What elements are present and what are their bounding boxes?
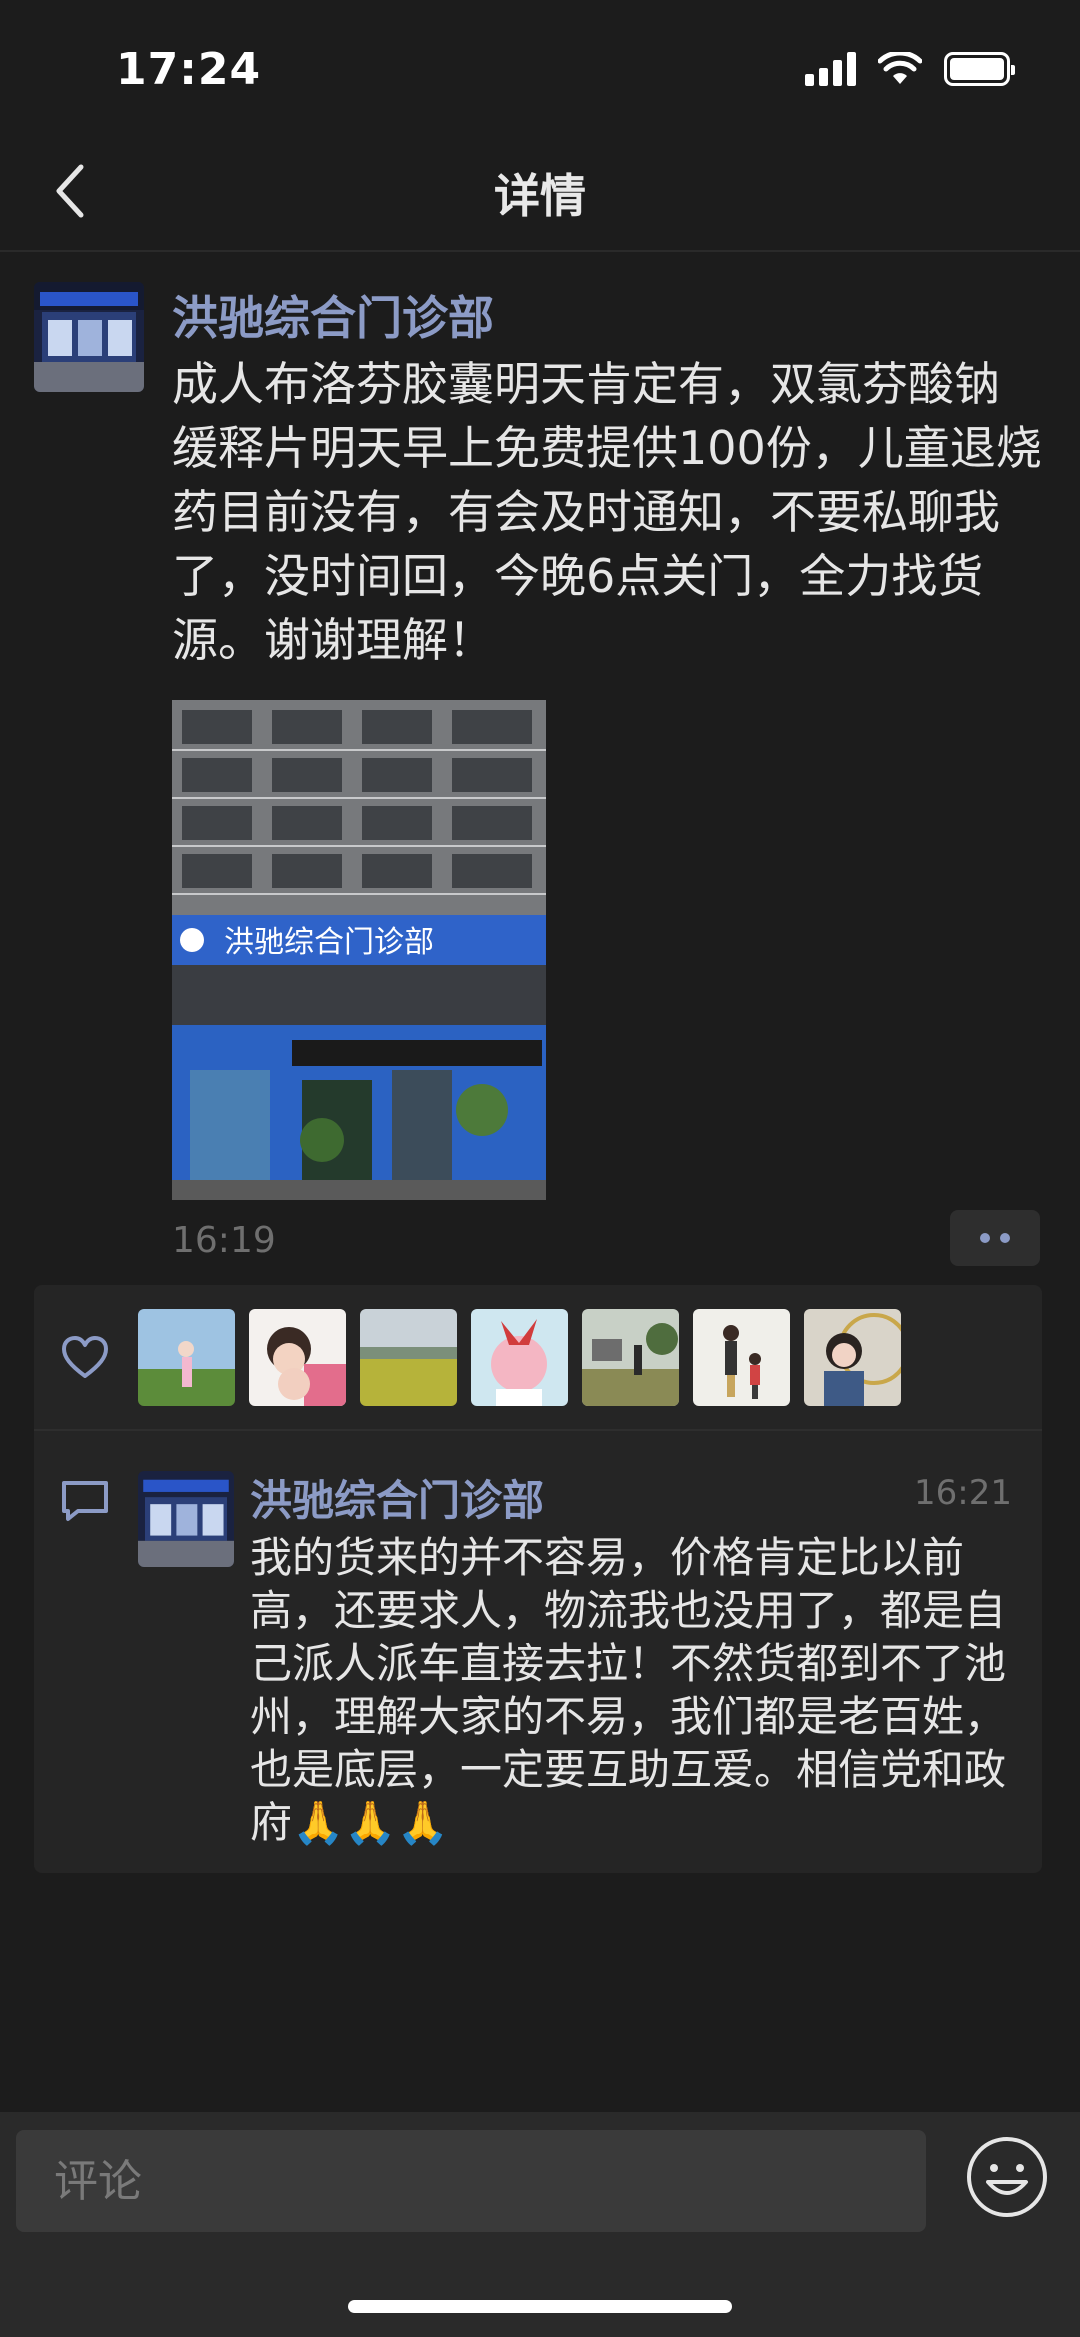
comment-input-container xyxy=(16,2130,926,2232)
liker-avatar[interactable] xyxy=(360,1309,457,1406)
dot-icon xyxy=(980,1233,990,1243)
liker-avatar[interactable] xyxy=(804,1309,901,1406)
heart-icon xyxy=(62,1336,108,1378)
comment-input[interactable] xyxy=(16,2130,926,2232)
post-photo[interactable]: 洪驰综合门诊部 xyxy=(172,700,546,1200)
more-actions-button[interactable] xyxy=(950,1210,1040,1266)
status-bar: 17:24 xyxy=(0,0,1080,130)
liker-avatar[interactable] xyxy=(138,1309,235,1406)
smiley-icon[interactable] xyxy=(964,2134,1050,2220)
post-author-name[interactable]: 洪驰综合门诊部 xyxy=(172,282,494,348)
storefront-sign: 洪驰综合门诊部 xyxy=(224,925,434,960)
page-title: 详情 xyxy=(494,169,586,223)
nav-divider xyxy=(0,250,1080,252)
post-time: 16:19 xyxy=(172,1220,276,1261)
nav-bar: 详情 xyxy=(0,130,1080,250)
wifi-icon xyxy=(878,52,922,84)
comment-time: 16:21 xyxy=(914,1473,1012,1513)
author-avatar[interactable] xyxy=(34,282,144,392)
battery-icon xyxy=(944,52,1015,86)
interaction-panel: 洪驰综合门诊部 16:21 我的货来的并不容易，价格肯定比以前高，还要求人，物流… xyxy=(34,1285,1042,1873)
pray-emoji: 🙏🙏🙏 xyxy=(292,1798,449,1847)
cellular-signal-icon xyxy=(805,52,856,86)
comment-text: 我的货来的并不容易，价格肯定比以前高，还要求人，物流我也没用了，都是自己派人派车… xyxy=(250,1531,1020,1849)
comment-item: 洪驰综合门诊部 16:21 我的货来的并不容易，价格肯定比以前高，还要求人，物流… xyxy=(34,1431,1042,1873)
liker-avatar[interactable] xyxy=(693,1309,790,1406)
home-indicator[interactable] xyxy=(348,2300,732,2313)
likes-row xyxy=(34,1285,1042,1429)
commenter-avatar[interactable] xyxy=(138,1471,234,1567)
comment-icon xyxy=(62,1481,108,1521)
comment-author-name[interactable]: 洪驰综合门诊部 xyxy=(250,1467,544,1528)
liker-avatar[interactable] xyxy=(582,1309,679,1406)
like-avatars xyxy=(138,1309,901,1406)
liker-avatar[interactable] xyxy=(249,1309,346,1406)
status-time: 17:24 xyxy=(116,44,262,95)
status-icons xyxy=(805,52,1015,86)
dot-icon xyxy=(1000,1233,1010,1243)
liker-avatar[interactable] xyxy=(471,1309,568,1406)
post-text: 成人布洛芬胶囊明天肯定有，双氯芬酸钠缓释片明天早上免费提供100份，儿童退烧药目… xyxy=(172,357,1042,667)
